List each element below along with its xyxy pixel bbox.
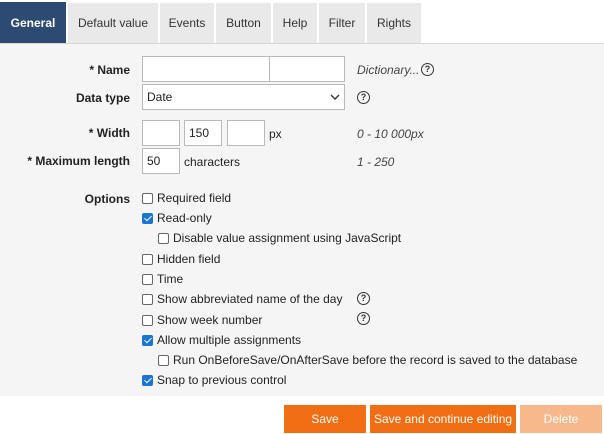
checkbox[interactable] (142, 334, 153, 346)
tab-help[interactable]: Help (273, 3, 317, 43)
checkbox[interactable] (142, 212, 153, 224)
checkbox[interactable] (142, 273, 153, 285)
option-label: Time (157, 272, 184, 286)
option-read-only[interactable]: Read-only (142, 211, 212, 225)
save-continue-button[interactable]: Save and continue editing (370, 405, 516, 433)
option-label: Show abbreviated name of the day (157, 292, 343, 306)
option-label: Required field (157, 191, 232, 205)
save-button[interactable]: Save (284, 405, 366, 433)
tab-rights[interactable]: Rights (367, 3, 421, 43)
help-icon[interactable]: ? (357, 312, 370, 325)
checkbox[interactable] (142, 293, 153, 305)
width-input-2[interactable]: 150 (184, 120, 222, 146)
checkbox[interactable] (142, 374, 153, 386)
checkbox[interactable] (158, 232, 169, 244)
checkbox[interactable] (142, 314, 153, 326)
option-disable-js-assignment[interactable]: Disable value assignment using JavaScrip… (158, 231, 401, 245)
name-input-2[interactable] (269, 56, 345, 82)
width-input-3[interactable] (227, 120, 265, 146)
tab-filter[interactable]: Filter (319, 3, 365, 43)
option-label: Hidden field (157, 252, 221, 266)
delete-button[interactable]: Delete (520, 405, 602, 433)
checkbox[interactable] (142, 253, 153, 265)
option-label: Show week number (157, 313, 263, 327)
option-time[interactable]: Time (142, 272, 183, 286)
width-unit: px (269, 127, 282, 141)
option-label: Run OnBeforeSave/OnAfterSave before the … (173, 353, 578, 367)
option-allow-multiple-assignments[interactable]: Allow multiple assignments (142, 333, 301, 347)
option-snap-previous-control[interactable]: Snap to previous control (142, 373, 286, 387)
option-show-week-number[interactable]: Show week number (142, 313, 262, 327)
name-input-1[interactable] (142, 56, 270, 82)
maxlen-label: * Maximum length (27, 154, 130, 168)
option-label: Snap to previous control (157, 373, 287, 387)
maxlen-hint: 1 - 250 (357, 155, 395, 169)
datatype-select[interactable]: Date (142, 84, 345, 110)
tab-bar: General Default value Events Button Help… (0, 0, 604, 43)
tab-button[interactable]: Button (216, 3, 271, 43)
tab-general[interactable]: General (0, 2, 66, 43)
maxlen-unit: characters (184, 155, 241, 169)
option-label: Allow multiple assignments (157, 333, 302, 347)
name-label: * Name (89, 63, 130, 77)
checkbox[interactable] (158, 354, 169, 366)
option-show-abbreviated-day[interactable]: Show abbreviated name of the day (142, 292, 342, 306)
maxlen-input[interactable]: 50 (142, 148, 180, 174)
width-label: * Width (88, 126, 130, 140)
datatype-label: Data type (75, 91, 130, 105)
dictionary-link[interactable]: Dictionary... (357, 63, 419, 77)
option-label: Disable value assignment using JavaScrip… (173, 231, 402, 245)
help-icon[interactable]: ? (357, 91, 370, 104)
tab-default-value[interactable]: Default value (68, 3, 158, 43)
tab-events[interactable]: Events (160, 3, 214, 43)
width-hint: 0 - 10 000px (357, 127, 424, 141)
datatype-value: Date (147, 90, 173, 104)
checkbox[interactable] (142, 192, 153, 204)
help-icon[interactable]: ? (357, 292, 370, 305)
chevron-down-icon (330, 94, 340, 100)
option-run-onbeforesave[interactable]: Run OnBeforeSave/OnAfterSave before the … (158, 353, 577, 367)
option-label: Read-only (157, 211, 212, 225)
width-input-1[interactable] (142, 120, 180, 146)
options-label: Options (84, 192, 130, 206)
help-icon[interactable]: ? (421, 63, 434, 76)
option-hidden-field[interactable]: Hidden field (142, 252, 220, 266)
option-required-field[interactable]: Required field (142, 191, 231, 205)
